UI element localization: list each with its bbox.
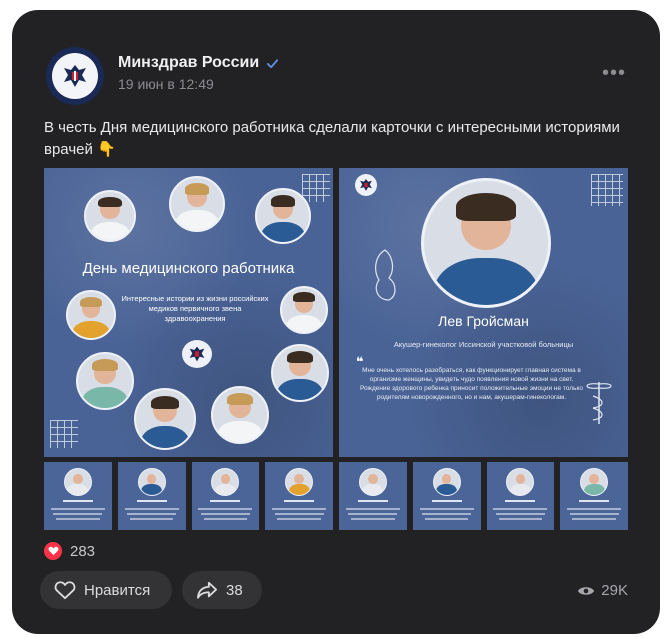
doctor-name: Лев Гройсман <box>438 313 529 329</box>
image-thumbnail[interactable] <box>339 462 407 530</box>
likes-count: 283 <box>70 542 96 560</box>
doctor-role: Акушер-гинеколог Иссинской участковой бо… <box>393 340 574 349</box>
image-thumbnail[interactable] <box>560 462 628 530</box>
caduceus-icon <box>586 382 612 424</box>
post-card: Минздрав России 19 июн в 12:49 ••• В чес… <box>12 10 660 634</box>
doctor-portrait-large <box>421 178 551 308</box>
doctor-portrait <box>76 352 134 410</box>
ministry-emblem-icon <box>182 340 212 368</box>
doctor-portrait <box>134 388 196 450</box>
doctor-portrait <box>169 176 225 232</box>
post-text-content: В честь Дня медицинского работника сдела… <box>44 119 620 158</box>
heart-outline-icon <box>54 581 76 600</box>
heart-reaction-icon <box>44 542 62 560</box>
doctor-portrait <box>211 386 269 444</box>
doctor-portrait <box>255 188 311 244</box>
author-name[interactable]: Минздрав России <box>118 54 280 72</box>
pregnancy-outline-icon <box>375 249 396 301</box>
doctor-portrait <box>66 290 116 340</box>
ministry-emblem-icon <box>355 174 377 196</box>
more-options-icon[interactable]: ••• <box>602 62 626 85</box>
pointing-down-hand-icon: 👇 <box>97 141 116 158</box>
verified-check-icon <box>267 58 279 68</box>
post-image-day-of-medical-worker[interactable]: День медицинского работника Интересные и… <box>44 168 333 457</box>
image-thumbnail[interactable] <box>44 462 112 530</box>
image-subtitle: Интересные истории из жизни российских м… <box>121 294 269 323</box>
doctor-portrait <box>271 344 329 402</box>
grid-decoration-icon <box>591 174 623 206</box>
views-count: 29K <box>601 582 628 599</box>
image-thumbnail[interactable] <box>265 462 333 530</box>
image-thumbnail[interactable] <box>117 462 186 530</box>
reaction-summary[interactable]: 283 <box>44 542 95 560</box>
image-title: День медицинского работника <box>82 260 295 277</box>
like-button[interactable]: Нравится <box>40 571 172 609</box>
eye-icon <box>578 586 595 595</box>
image-thumbnails <box>44 462 628 530</box>
like-button-label: Нравится <box>84 581 151 599</box>
image-thumbnail[interactable] <box>412 462 481 530</box>
share-count: 38 <box>226 581 243 599</box>
image-thumbnail[interactable] <box>191 462 260 530</box>
author-avatar[interactable] <box>46 47 104 105</box>
post-text: В честь Дня медицинского работника сдела… <box>44 117 624 161</box>
grid-decoration-icon <box>50 420 78 448</box>
share-button[interactable]: 38 <box>182 571 262 609</box>
doctor-quote: Мне очень хотелось разобраться, как функ… <box>360 367 583 401</box>
doctor-portrait <box>280 286 328 334</box>
grid-decoration-icon <box>302 174 330 202</box>
ministry-emblem-icon <box>52 53 98 99</box>
views-counter: 29K <box>577 582 628 599</box>
author-name-text: Минздрав России <box>118 54 260 71</box>
doctor-portrait <box>84 190 136 242</box>
post-image-doctor-story[interactable]: Лев Гройсман Акушер-гинеколог Иссинской … <box>339 168 628 457</box>
post-date[interactable]: 19 июн в 12:49 <box>118 76 214 92</box>
image-thumbnail[interactable] <box>486 462 555 530</box>
share-arrow-icon <box>197 581 217 599</box>
